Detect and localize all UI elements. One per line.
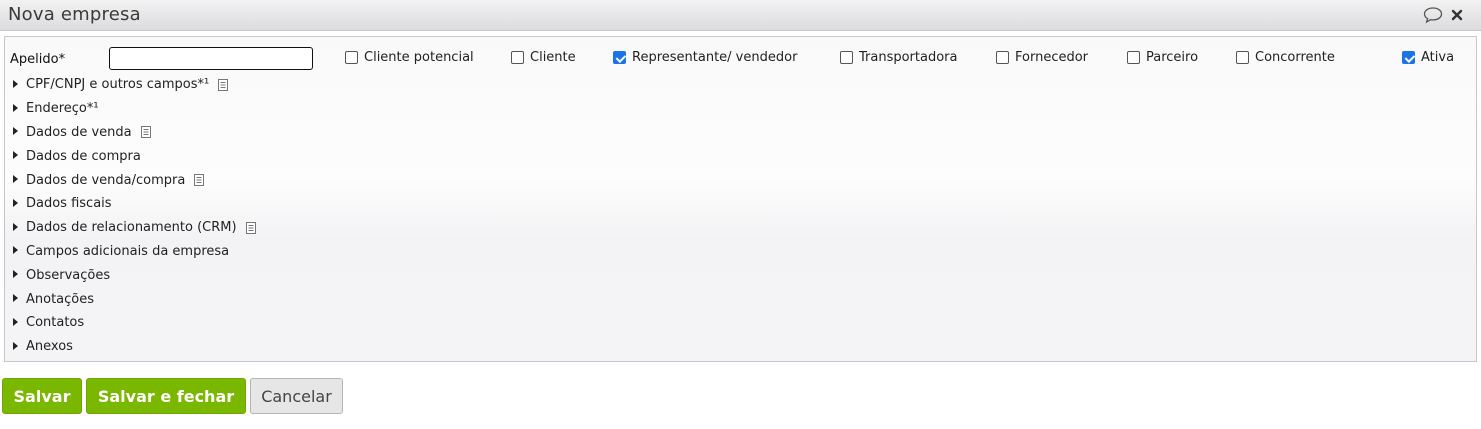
- checkbox-box[interactable]: [345, 51, 358, 64]
- checkbox-label: Parceiro: [1146, 50, 1199, 65]
- save-and-close-button[interactable]: Salvar e fechar: [86, 378, 246, 414]
- checkbox-box[interactable]: [511, 51, 524, 64]
- cancel-button[interactable]: Cancelar: [250, 378, 343, 414]
- checkbox-label: Concorrente: [1255, 50, 1335, 65]
- checkbox-box[interactable]: [840, 51, 853, 64]
- checkbox-representante-vendedor[interactable]: Representante/ vendedor: [613, 50, 797, 65]
- section-label[interactable]: Dados de compra: [26, 149, 141, 164]
- titlebar-icons: [1423, 6, 1469, 24]
- form-panel: Apelido* Cliente potencial Cliente Repre…: [4, 36, 1477, 362]
- expand-arrow-icon[interactable]: [13, 79, 18, 88]
- section-label[interactable]: Dados de relacionamento (CRM): [26, 220, 237, 235]
- expand-arrow-icon[interactable]: [13, 127, 18, 136]
- section-label[interactable]: Anexos: [26, 339, 73, 354]
- section-label[interactable]: Contatos: [26, 315, 84, 330]
- checkbox-concorrente[interactable]: Concorrente: [1236, 50, 1335, 65]
- checkbox-box[interactable]: [1127, 51, 1140, 64]
- expand-arrow-icon[interactable]: [13, 270, 18, 279]
- apelido-input[interactable]: [109, 47, 313, 70]
- expand-arrow-icon[interactable]: [13, 246, 18, 255]
- expand-arrow-icon[interactable]: [13, 175, 18, 184]
- section-label[interactable]: Campos adicionais da empresa: [26, 244, 229, 259]
- speech-bubble-icon[interactable]: [1423, 6, 1443, 24]
- document-icon[interactable]: [194, 174, 205, 187]
- checkbox-parceiro[interactable]: Parceiro: [1127, 50, 1198, 65]
- section-contatos[interactable]: Contatos: [5, 311, 1476, 335]
- section-anotacoes[interactable]: Anotações: [5, 287, 1476, 311]
- section-label[interactable]: Endereço*¹: [26, 101, 99, 116]
- document-icon[interactable]: [245, 221, 256, 234]
- section-label[interactable]: Anotações: [26, 292, 94, 307]
- checkbox-label: Representante/ vendedor: [632, 50, 798, 65]
- checkbox-box[interactable]: [1236, 51, 1249, 64]
- checkbox-label: Ativa: [1421, 50, 1455, 65]
- save-button[interactable]: Salvar: [2, 378, 82, 414]
- checkbox-box[interactable]: [613, 51, 626, 64]
- apelido-label: Apelido*: [10, 52, 66, 67]
- section-dados-relacionamento[interactable]: Dados de relacionamento (CRM): [5, 216, 1476, 240]
- expand-arrow-icon[interactable]: [13, 317, 18, 326]
- expand-arrow-icon[interactable]: [13, 341, 18, 350]
- dialog-titlebar: Nova empresa: [0, 0, 1481, 31]
- checkbox-ativa[interactable]: Ativa: [1402, 50, 1454, 65]
- action-buttons: Salvar Salvar e fechar Cancelar: [2, 378, 343, 414]
- section-campos-adicionais[interactable]: Campos adicionais da empresa: [5, 240, 1476, 264]
- checkbox-fornecedor[interactable]: Fornecedor: [996, 50, 1088, 65]
- checkbox-cliente-potencial[interactable]: Cliente potencial: [345, 50, 474, 65]
- section-dados-venda-compra[interactable]: Dados de venda/compra: [5, 168, 1476, 192]
- expand-arrow-icon[interactable]: [13, 222, 18, 231]
- checkbox-label: Fornecedor: [1015, 50, 1089, 65]
- checkbox-label: Cliente: [530, 50, 576, 65]
- document-icon[interactable]: [218, 78, 229, 91]
- checkbox-label: Transportadora: [859, 50, 958, 65]
- section-label[interactable]: CPF/CNPJ e outros campos*¹: [26, 77, 209, 92]
- checkbox-transportadora[interactable]: Transportadora: [840, 50, 957, 65]
- section-dados-compra[interactable]: Dados de compra: [5, 144, 1476, 168]
- expand-arrow-icon[interactable]: [13, 198, 18, 207]
- expand-arrow-icon[interactable]: [13, 294, 18, 303]
- expand-arrow-icon[interactable]: [13, 103, 18, 112]
- expand-arrow-icon[interactable]: [13, 151, 18, 160]
- section-label[interactable]: Dados de venda: [26, 125, 132, 140]
- dialog-title: Nova empresa: [8, 4, 141, 25]
- section-anexos[interactable]: Anexos: [5, 335, 1476, 359]
- checkbox-box[interactable]: [1402, 51, 1415, 64]
- section-label[interactable]: Observações: [26, 268, 110, 283]
- collapsible-sections: CPF/CNPJ e outros campos*¹ Endereço*¹ Da…: [5, 73, 1476, 359]
- section-label[interactable]: Dados fiscais: [26, 196, 112, 211]
- form-top-row: Apelido* Cliente potencial Cliente Repre…: [5, 47, 1476, 71]
- section-dados-fiscais[interactable]: Dados fiscais: [5, 192, 1476, 216]
- section-label[interactable]: Dados de venda/compra: [26, 173, 185, 188]
- checkbox-cliente[interactable]: Cliente: [511, 50, 576, 65]
- document-icon[interactable]: [140, 126, 151, 139]
- section-endereco[interactable]: Endereço*¹: [5, 97, 1476, 121]
- section-cpf-cnpj[interactable]: CPF/CNPJ e outros campos*¹: [5, 73, 1476, 97]
- checkbox-box[interactable]: [996, 51, 1009, 64]
- section-dados-venda[interactable]: Dados de venda: [5, 121, 1476, 145]
- section-observacoes[interactable]: Observações: [5, 263, 1476, 287]
- close-icon[interactable]: [1449, 6, 1469, 24]
- checkbox-label: Cliente potencial: [364, 50, 474, 65]
